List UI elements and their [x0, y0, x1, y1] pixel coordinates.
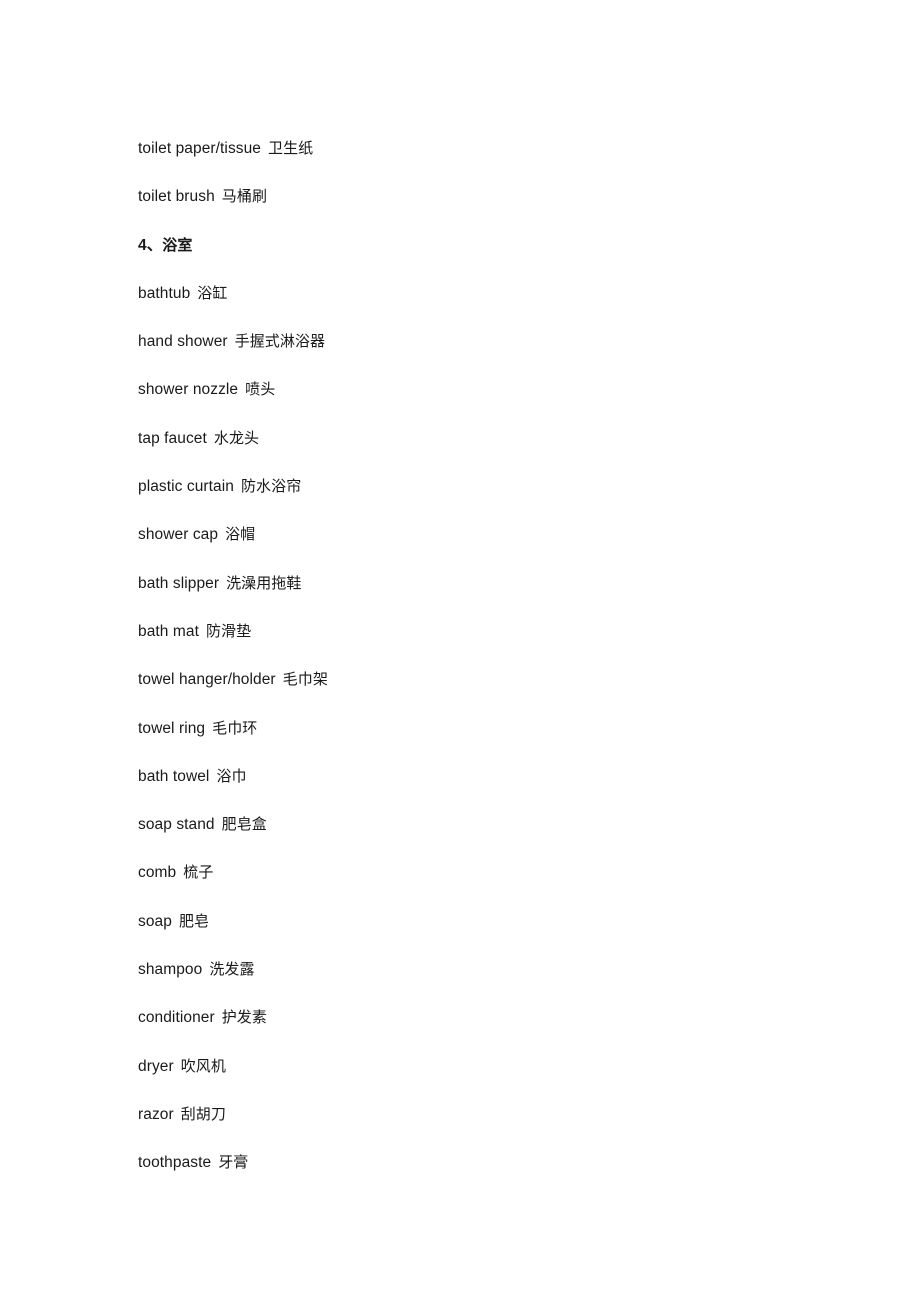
entry-term-english: soap [138, 912, 172, 930]
entry-term-chinese: 肥皂盒 [221, 815, 267, 834]
entry-term-english: razor [138, 1105, 174, 1123]
section-number: 4、 [138, 236, 163, 254]
entry-term-chinese: 防水浴帘 [240, 477, 302, 496]
entry-term-english: bath mat [138, 622, 199, 640]
entry-term-english: shower cap [138, 526, 219, 544]
entry-term-english: toothpaste [138, 1154, 212, 1172]
entry-term-english: tap faucet [138, 429, 207, 447]
entry-term-chinese: 护发素 [221, 1008, 267, 1027]
vocabulary-entry: hand shower 手握式淋浴器 [138, 317, 880, 365]
entry-term-english: soap stand [138, 816, 215, 834]
vocabulary-entry: shampoo 洗发露 [138, 945, 880, 993]
vocabulary-entry: bath mat 防滑垫 [138, 607, 880, 655]
entry-term-chinese: 洗澡用拖鞋 [226, 573, 302, 592]
entry-term-chinese: 浴巾 [216, 766, 247, 785]
entry-term-chinese: 卫生纸 [268, 139, 314, 157]
entry-term-english: conditioner [138, 1009, 215, 1027]
entry-term-chinese: 肥皂 [178, 911, 210, 930]
entry-term-chinese: 水龙头 [213, 428, 260, 447]
vocabulary-entry: toothpaste 牙膏 [138, 1138, 880, 1186]
entry-term-chinese: 手握式淋浴器 [234, 332, 326, 351]
vocabulary-entry: shower nozzle 喷头 [138, 365, 880, 413]
vocabulary-entry: plastic curtain 防水浴帘 [138, 462, 880, 510]
entry-term-english: bath towel [138, 767, 210, 785]
vocabulary-entry: shower cap 浴帽 [138, 510, 880, 558]
vocabulary-entry: tap faucet 水龙头 [138, 414, 880, 462]
vocabulary-entry: towel ring 毛巾环 [138, 704, 880, 752]
section-title-chinese: 浴室 [162, 235, 193, 254]
entry-term-chinese: 防滑垫 [205, 621, 252, 640]
entry-term-english: towel hanger/holder [138, 671, 276, 689]
vocabulary-entry: soap stand 肥皂盒 [138, 800, 880, 848]
vocabulary-entry: toilet brush 马桶刷 [138, 172, 880, 220]
vocabulary-list: toilet paper/tissue 卫生纸 toilet brush 马桶刷 4、浴… [138, 124, 880, 1187]
entry-term-english: bath slipper [138, 574, 220, 592]
entry-term-chinese: 梳子 [183, 863, 214, 882]
entry-term-chinese: 吹风机 [180, 1056, 226, 1075]
entry-term-english: hand shower [138, 333, 228, 351]
vocabulary-entry: bath towel 浴巾 [138, 752, 880, 800]
vocabulary-entry: towel hanger/holder 毛巾架 [138, 655, 880, 703]
entry-term-chinese: 马桶刷 [221, 187, 268, 206]
vocabulary-entry: comb 梳子 [138, 848, 880, 896]
entry-term-chinese: 牙膏 [218, 1153, 249, 1172]
entry-term-english: bathtub [138, 284, 191, 302]
section-heading: 4、浴室 [138, 221, 880, 269]
vocabulary-entry: bathtub 浴缸 [138, 269, 880, 317]
vocabulary-entry: toilet paper/tissue 卫生纸 [138, 124, 880, 172]
entry-term-english: towel ring [138, 719, 206, 737]
entry-term-chinese: 毛巾环 [212, 718, 258, 737]
entry-term-english: comb [138, 864, 177, 882]
entry-term-chinese: 浴缸 [197, 283, 228, 302]
entry-term-chinese: 喷头 [245, 380, 276, 399]
entry-term-english: toilet brush [138, 188, 215, 206]
entry-term-chinese: 刮胡刀 [180, 1104, 226, 1123]
entry-term-english: dryer [138, 1057, 174, 1075]
vocabulary-entry: dryer 吹风机 [138, 1042, 880, 1090]
entry-term-chinese: 毛巾架 [282, 670, 328, 689]
document-page: toilet paper/tissue 卫生纸 toilet brush 马桶刷 4、浴… [0, 0, 920, 1302]
vocabulary-entry: razor 刮胡刀 [138, 1090, 880, 1138]
entry-term-chinese: 浴帽 [225, 525, 256, 544]
entry-term-english: shower nozzle [138, 381, 239, 399]
vocabulary-entry: bath slipper 洗澡用拖鞋 [138, 559, 880, 607]
entry-term-english: toilet paper/tissue [138, 140, 262, 157]
entry-term-chinese: 洗发露 [209, 960, 255, 979]
vocabulary-entry: soap 肥皂 [138, 897, 880, 945]
entry-term-english: shampoo [138, 961, 203, 979]
vocabulary-entry: conditioner 护发素 [138, 993, 880, 1041]
entry-term-english: plastic curtain [138, 478, 234, 496]
